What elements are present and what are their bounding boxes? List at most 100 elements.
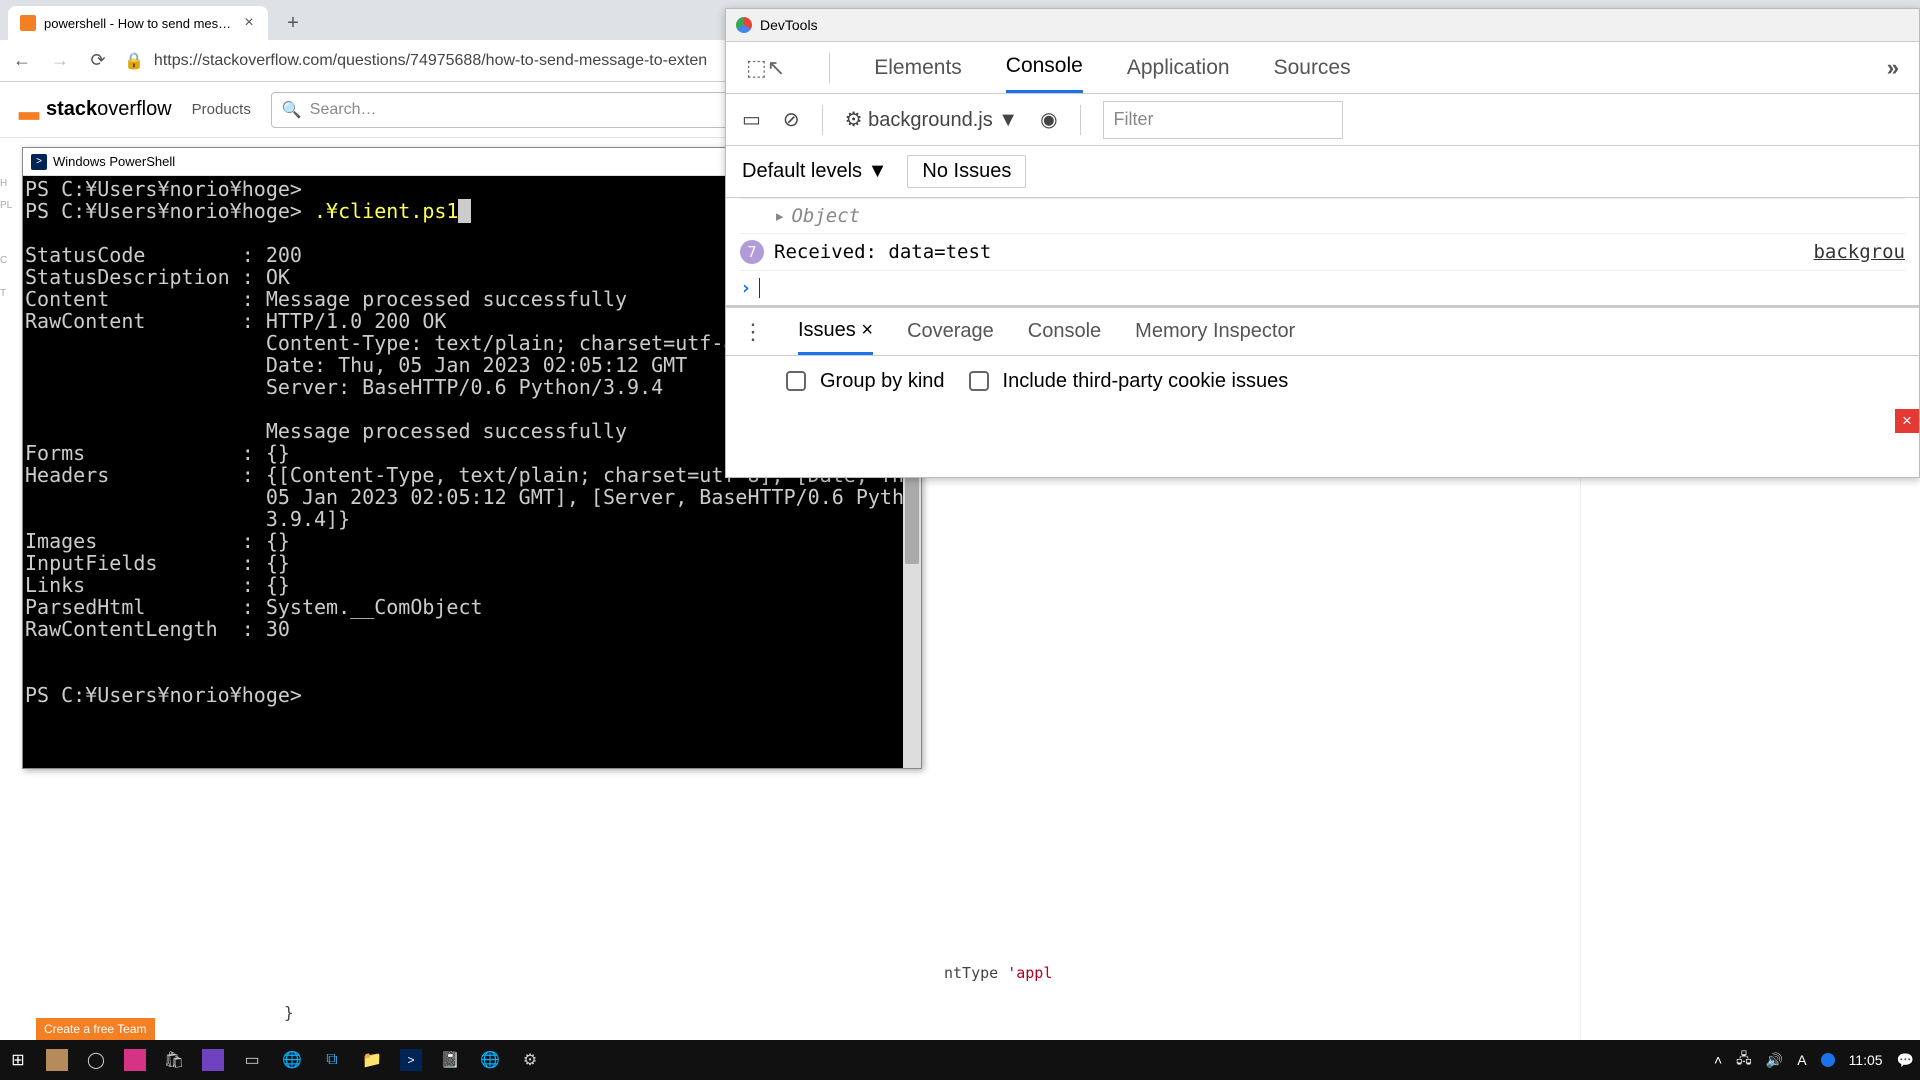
group-by-kind-label: Group by kind [820, 370, 945, 393]
network-icon[interactable]: 🖧 [1736, 1048, 1752, 1072]
console-source-link[interactable]: backgrou [1813, 241, 1905, 263]
create-free-team-button[interactable]: Create a free Team [36, 1018, 155, 1040]
close-tab-icon[interactable]: × [242, 16, 256, 30]
stackoverflow-logo[interactable]: stackoverflow [16, 97, 172, 123]
url-text: https://stackoverflow.com/questions/7497… [154, 52, 707, 70]
taskbar-app-icon[interactable] [202, 1049, 224, 1071]
chrome-icon [736, 17, 752, 33]
devtools-titlebar[interactable]: DevTools [726, 9, 1919, 42]
console-object-label: Object [791, 205, 860, 227]
explorer-taskbar-icon[interactable]: 📁 [360, 1048, 384, 1072]
toggle-sidebar-icon[interactable]: ▭ [742, 107, 761, 132]
drawer-tab-coverage[interactable]: Coverage [907, 308, 994, 355]
close-panel-icon[interactable]: × [1895, 409, 1919, 433]
context-selector[interactable]: ⚙ background.js ▼ [845, 107, 1018, 132]
devtools-title: DevTools [760, 17, 818, 33]
chrome-taskbar-icon-2[interactable]: 🌐 [478, 1048, 502, 1072]
code-pre: ntType [944, 964, 1007, 982]
third-party-label: Include third-party cookie issues [1003, 370, 1289, 393]
reload-button[interactable]: ⟳ [86, 49, 110, 73]
products-link[interactable]: Products [192, 101, 251, 118]
console-filter-input[interactable]: Filter [1103, 101, 1343, 139]
back-button[interactable]: ← [10, 49, 34, 73]
filter-placeholder: Filter [1114, 109, 1154, 130]
console-log-row[interactable]: 7 Received: data=test backgrou [740, 234, 1905, 271]
code-fragment: ntType 'appl [944, 964, 1052, 982]
ps-prompt-1: PS C:¥Users¥norio¥hoge> [25, 177, 302, 201]
stackoverflow-icon [16, 97, 42, 123]
separator [822, 105, 823, 135]
levels-label: Default levels [742, 160, 862, 182]
devtools-window: DevTools ⬚↖ Elements Console Application… [725, 8, 1920, 478]
lock-icon: 🔒 [124, 51, 144, 71]
cortana-icon[interactable]: ◯ [84, 1048, 108, 1072]
left-nav-fragment: HPLCT [0, 138, 24, 1040]
more-tabs-icon[interactable]: » [1887, 55, 1899, 81]
tray-chevron-icon[interactable]: ˄ [1714, 1052, 1722, 1068]
group-by-kind-checkbox[interactable] [786, 371, 806, 391]
store-icon[interactable]: 🛍 [162, 1048, 186, 1072]
tray-orb-icon[interactable] [1821, 1053, 1835, 1067]
browser-tab[interactable]: powershell - How to send messa… × [8, 6, 268, 40]
ps-cursor [458, 199, 470, 223]
stackoverflow-favicon-icon [20, 15, 36, 31]
separator [829, 53, 830, 83]
notifications-icon[interactable]: 💬 [1897, 1052, 1914, 1069]
context-label: background.js [868, 109, 993, 131]
start-button[interactable]: ⊞ [6, 1048, 30, 1072]
logo-bold: stack [46, 98, 97, 120]
search-icon: 🔍 [282, 100, 302, 120]
drawer-tab-console[interactable]: Console [1028, 308, 1101, 355]
taskbar-app-icons: ⊞ ◯ 🛍 ▭ 🌐 ⧉ 📁 > 📓 🌐 ⚙ [6, 1048, 542, 1072]
tab-application[interactable]: Application [1127, 42, 1230, 93]
brace-fragment: } [284, 1003, 294, 1022]
powershell-icon: > [31, 154, 47, 170]
code-string: 'appl [1007, 964, 1052, 982]
console-object-row[interactable]: ▸Object [740, 198, 1905, 234]
powershell-taskbar-icon[interactable]: > [400, 1049, 422, 1071]
logo-light: overflow [97, 98, 171, 120]
log-levels-selector[interactable]: Default levels ▼ [742, 160, 887, 183]
taskbar-app-icon[interactable] [46, 1049, 68, 1071]
devtools-drawer: ⋮ Issues × Coverage Console Memory Inspe… [726, 305, 1919, 406]
task-view-icon[interactable]: ▭ [240, 1048, 264, 1072]
console-message: Received: data=test [774, 241, 991, 263]
clock[interactable]: 11:05 [1849, 1052, 1883, 1068]
ps-prompt-2: PS C:¥Users¥norio¥hoge> [25, 199, 314, 223]
taskbar-app-icon[interactable] [124, 1049, 146, 1071]
prompt-arrow-icon: › [740, 277, 751, 299]
vscode-taskbar-icon[interactable]: ⧉ [320, 1048, 344, 1072]
volume-icon[interactable]: 🔊 [1766, 1052, 1783, 1069]
new-tab-button[interactable]: + [278, 8, 308, 38]
drawer-tab-issues[interactable]: Issues × [798, 308, 873, 355]
powershell-title-text: Windows PowerShell [53, 154, 175, 169]
third-party-checkbox[interactable] [969, 371, 989, 391]
issues-summary[interactable]: No Issues [907, 155, 1026, 188]
windows-taskbar: ⊞ ◯ 🛍 ▭ 🌐 ⧉ 📁 > 📓 🌐 ⚙ ˄ 🖧 🔊 A 11:05 💬 [0, 1040, 1920, 1080]
drawer-menu-icon[interactable]: ⋮ [742, 319, 764, 345]
tab-elements[interactable]: Elements [874, 42, 962, 93]
devtools-tabbar: ⬚↖ Elements Console Application Sources … [726, 42, 1919, 94]
live-expression-icon[interactable]: ◉ [1040, 107, 1057, 132]
chrome-taskbar-icon[interactable]: 🌐 [280, 1048, 304, 1072]
tab-console[interactable]: Console [1006, 42, 1083, 93]
drawer-tab-label: Issues [798, 319, 856, 342]
system-tray: ˄ 🖧 🔊 A 11:05 💬 [1714, 1048, 1914, 1072]
clear-console-icon[interactable]: ⊘ [783, 107, 800, 132]
text-cursor [759, 278, 760, 298]
console-toolbar-2: Default levels ▼ No Issues [726, 146, 1919, 198]
forward-button[interactable]: → [48, 49, 72, 73]
inspect-element-icon[interactable]: ⬚↖ [746, 55, 785, 81]
drawer-tabbar: ⋮ Issues × Coverage Console Memory Inspe… [726, 308, 1919, 356]
tab-sources[interactable]: Sources [1274, 42, 1351, 93]
tab-title: powershell - How to send messa… [44, 16, 234, 31]
taskbar-app-icon[interactable]: 📓 [438, 1048, 462, 1072]
console-toolbar: ▭ ⊘ ⚙ background.js ▼ ◉ Filter [726, 94, 1919, 146]
separator [1080, 105, 1081, 135]
settings-taskbar-icon[interactable]: ⚙ [518, 1048, 542, 1072]
close-drawer-tab-icon[interactable]: × [861, 319, 873, 342]
console-prompt[interactable]: › [740, 271, 1905, 305]
ime-indicator[interactable]: A [1797, 1052, 1806, 1068]
repeat-count-badge: 7 [740, 240, 764, 264]
drawer-tab-memory[interactable]: Memory Inspector [1135, 308, 1295, 355]
